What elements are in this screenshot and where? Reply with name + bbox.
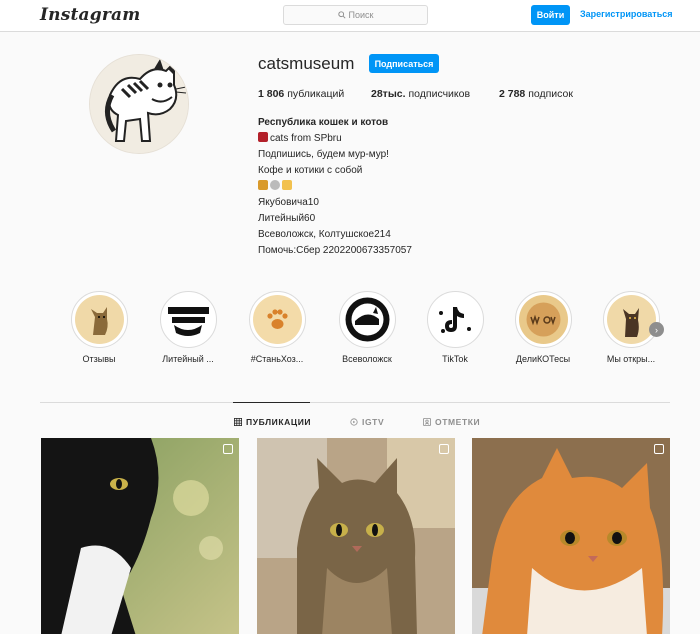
followers-count: 28тыс. (371, 88, 406, 100)
highlights-next-button[interactable]: › (649, 322, 664, 337)
bio-line: Кофе и котики с собой (258, 165, 363, 176)
search-input[interactable]: Поиск (283, 5, 428, 25)
bio-line: Помочь:Сбер 2202200673357057 (258, 245, 412, 256)
register-link[interactable]: Зарегистрироваться (580, 9, 672, 19)
cake-emoji-icon (282, 180, 292, 190)
instagram-logo[interactable]: Instagram (40, 5, 140, 25)
highlight-label: Литейный ... (162, 354, 214, 364)
tab-tagged[interactable]: ОТМЕТКИ (423, 417, 480, 427)
posts-count-stat: 1 806 публикаций (258, 88, 344, 100)
following-stat[interactable]: 2 788 подписок (499, 88, 573, 100)
bio-line: cats from SPbru (258, 131, 558, 147)
tab-posts[interactable]: ПУБЛИКАЦИИ (234, 417, 311, 427)
cat-emoji-icon (258, 132, 268, 142)
cat-emoji-icon (258, 180, 268, 190)
bio-line: Литейный60 (258, 213, 316, 224)
paw-icon (266, 309, 288, 329)
post-thumbnail[interactable] (472, 438, 670, 634)
login-button[interactable]: Войти (531, 5, 570, 25)
followers-stat[interactable]: 28тыс. подписчиков (371, 88, 470, 100)
active-tab-indicator (233, 402, 310, 403)
tab-label: IGTV (362, 417, 385, 427)
bio-line: Якубовича10 (258, 197, 319, 208)
tab-igtv[interactable]: IGTV (350, 417, 384, 427)
highlight-item[interactable]: ДелиКОТесы (503, 291, 583, 364)
tabs-divider (40, 402, 670, 403)
search-placeholder: Поиск (348, 10, 374, 20)
highlight-item[interactable]: Всеволожск (327, 291, 407, 364)
multiple-photos-icon (654, 444, 664, 454)
highlight-item[interactable]: Литейный ... (148, 291, 228, 364)
search-icon (337, 11, 346, 19)
follow-button[interactable]: Подписаться (369, 54, 439, 73)
posts-label: публикаций (287, 88, 345, 100)
top-navigation-bar: Instagram Поиск Войти Зарегистрироваться (0, 0, 700, 32)
tabby-cat-photo (257, 438, 455, 634)
following-count: 2 788 (499, 88, 526, 100)
highlight-label: #СтаньХоз... (250, 354, 304, 364)
respublika-kotov-logo-icon (167, 307, 209, 336)
highlight-item[interactable]: Отзывы (59, 291, 139, 364)
post-thumbnail[interactable] (257, 438, 455, 634)
highlight-label: ДелиКОТесы (515, 354, 571, 364)
highlight-label: Всеволожск (342, 354, 392, 364)
followers-label: подписчиков (408, 88, 471, 100)
grid-icon (234, 418, 242, 426)
tab-label: ОТМЕТКИ (435, 417, 481, 427)
cat-drawing-icon (622, 308, 639, 337)
orange-persian-cat-photo (472, 438, 670, 634)
tiktok-icon (438, 307, 471, 333)
profile-username: catsmuseum (258, 54, 355, 73)
cat-museum-logo-icon (345, 297, 389, 342)
bio-name: Республика кошек и котов (258, 117, 389, 128)
igtv-icon (350, 418, 358, 426)
chevron-right-icon: › (655, 324, 658, 335)
tag-icon (423, 418, 431, 426)
cup-emoji-icon (270, 180, 280, 190)
highlight-item[interactable]: TikTok (415, 291, 495, 364)
bio-emoji-line (258, 179, 558, 195)
meow-cookie-icon (526, 302, 560, 337)
cat-drawing-icon (90, 55, 188, 153)
tab-label: ПУБЛИКАЦИИ (246, 417, 312, 427)
post-thumbnail[interactable] (41, 438, 239, 634)
black-white-cat-photo (41, 438, 239, 634)
posts-count: 1 806 (258, 88, 285, 100)
cat-drawing-icon (90, 307, 108, 335)
profile-avatar[interactable] (89, 54, 189, 154)
highlight-label: Отзывы (82, 354, 116, 364)
bio-line: Всеволожск, Колтушское214 (258, 229, 391, 240)
following-label: подписок (528, 88, 573, 100)
profile-bio: Республика кошек и котов cats from SPbru… (258, 115, 558, 259)
highlight-label: TikTok (442, 354, 468, 364)
highlight-item[interactable]: #СтаньХоз... (237, 291, 317, 364)
multiple-photos-icon (439, 444, 449, 454)
multiple-photos-icon (223, 444, 233, 454)
highlight-label: Мы откры... (606, 354, 656, 364)
bio-line: Подпишись, будем мур-мур! (258, 149, 389, 160)
